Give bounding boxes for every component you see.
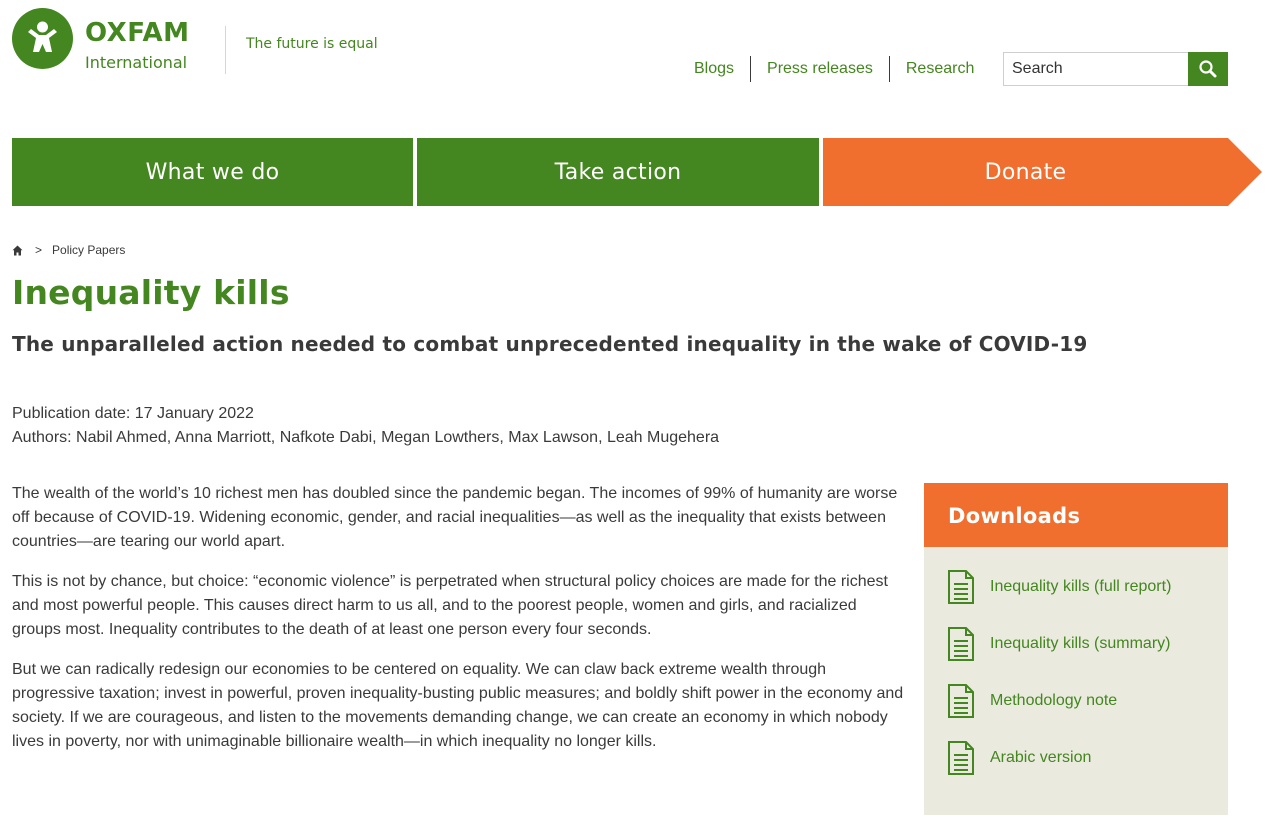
download-arabic-version[interactable]: Arabic version bbox=[948, 741, 1091, 775]
nav-what-we-do[interactable]: What we do bbox=[12, 138, 413, 206]
breadcrumb-separator: > bbox=[35, 243, 43, 257]
downloads-title: Downloads bbox=[924, 483, 1228, 547]
document-icon bbox=[948, 570, 974, 604]
document-icon bbox=[948, 684, 974, 718]
download-methodology-note[interactable]: Methodology note bbox=[948, 684, 1117, 718]
search-button[interactable] bbox=[1188, 52, 1228, 86]
document-icon bbox=[948, 741, 974, 775]
body-paragraph-2: This is not by chance, but choice: “econ… bbox=[12, 573, 888, 638]
publication-date: Publication date: 17 January 2022 bbox=[12, 405, 254, 422]
tagline-divider bbox=[225, 26, 226, 74]
breadcrumb: > Policy Papers bbox=[12, 243, 125, 257]
link-press-releases[interactable]: Press releases bbox=[750, 56, 889, 82]
tagline: The future is equal bbox=[246, 36, 378, 52]
logo-wordmark: OXFAM bbox=[85, 18, 190, 48]
download-label: Arabic version bbox=[990, 749, 1092, 766]
downloads-panel: Downloads Inequality kills (full report)… bbox=[924, 483, 1228, 815]
search-input[interactable] bbox=[1003, 52, 1189, 86]
article-body: The wealth of the world’s 10 richest men… bbox=[12, 482, 907, 770]
download-label: Methodology note bbox=[990, 692, 1118, 709]
download-full-report[interactable]: Inequality kills (full report) bbox=[948, 570, 1171, 604]
download-label: Inequality kills (summary) bbox=[990, 635, 1171, 652]
logo-subtitle: International bbox=[85, 53, 188, 72]
search-icon bbox=[1199, 60, 1217, 78]
authors: Authors: Nabil Ahmed, Anna Marriott, Naf… bbox=[12, 429, 720, 446]
nav-take-action[interactable]: Take action bbox=[417, 138, 819, 206]
link-blogs[interactable]: Blogs bbox=[680, 56, 750, 82]
document-icon bbox=[948, 627, 974, 661]
body-paragraph-3: But we can radically redesign our econom… bbox=[12, 661, 904, 750]
utility-nav: Blogs Press releases Research bbox=[680, 56, 990, 82]
oxfam-logo-icon bbox=[12, 8, 73, 69]
page-subtitle: The unparalleled action needed to combat… bbox=[12, 332, 1088, 356]
oxfam-logo[interactable]: OXFAM International bbox=[12, 8, 202, 74]
download-label: Inequality kills (full report) bbox=[990, 578, 1172, 595]
home-icon[interactable] bbox=[12, 245, 23, 256]
breadcrumb-current[interactable]: Policy Papers bbox=[52, 243, 125, 257]
link-research[interactable]: Research bbox=[888, 56, 990, 82]
nav-donate-button[interactable]: Donate bbox=[823, 138, 1262, 206]
body-paragraph-1: The wealth of the world’s 10 richest men… bbox=[12, 485, 898, 550]
page-title: Inequality kills bbox=[12, 273, 290, 312]
download-summary[interactable]: Inequality kills (summary) bbox=[948, 627, 1170, 661]
